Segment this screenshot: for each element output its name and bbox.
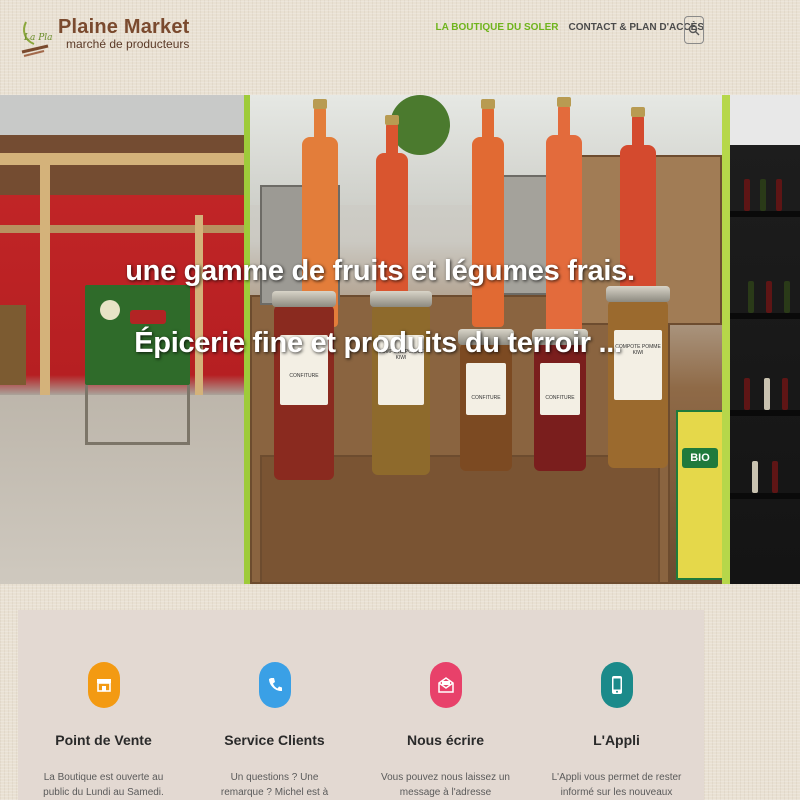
logo-title: Plaine Market [58,16,190,38]
hero-headline: une gamme de fruits et légumes frais. [125,255,635,287]
service-text: L'Appli vous permet de rester informé su… [551,772,682,798]
nav-item-boutique[interactable]: LA BOUTIQUE DU SOLER [436,22,559,33]
hero-slider[interactable]: CONFITURE COMPOTE POMME KIWI CONFITURE C… [0,95,800,584]
jar-label: CONFITURE [540,363,580,415]
hero-subheadline: Épicerie fine et produits du terroir ... [134,327,622,359]
search-icon [688,24,700,36]
bio-label: BIO [682,448,718,468]
logo-icon: La Plaine [20,16,67,58]
service-title: Service Clients [224,732,325,748]
logo-subtitle: marché de producteurs [66,37,190,51]
store-icon [87,662,120,708]
service-text: Vous pouvez nous laissez un message à l'… [381,772,510,798]
envelope-icon [429,662,462,708]
services-section: Point de Vente La Boutique est ouverte a… [18,610,704,800]
search-button[interactable] [684,16,704,44]
service-title: L'Appli [593,732,640,748]
service-text: Un questions ? Une remarque ? Michel est… [220,772,329,798]
main-nav: LA BOUTIQUE DU SOLER CONTACT & PLAN D'AC… [426,22,705,33]
phone-icon [258,662,291,708]
smartphone-icon [600,662,633,708]
service-title: Point de Vente [55,732,152,748]
site-header: La Plaine Plaine Market marché de produc… [0,0,800,95]
logo-script: La Plaine [23,33,52,43]
jar-label: CONFITURE [466,363,506,415]
bio-juice-box: BIO [676,410,724,580]
logo[interactable]: La Plaine Plaine Market marché de produc… [20,16,190,58]
service-title: Nous écrire [406,732,485,748]
service-text: La Boutique est ouverte au public du Lun… [43,772,164,798]
